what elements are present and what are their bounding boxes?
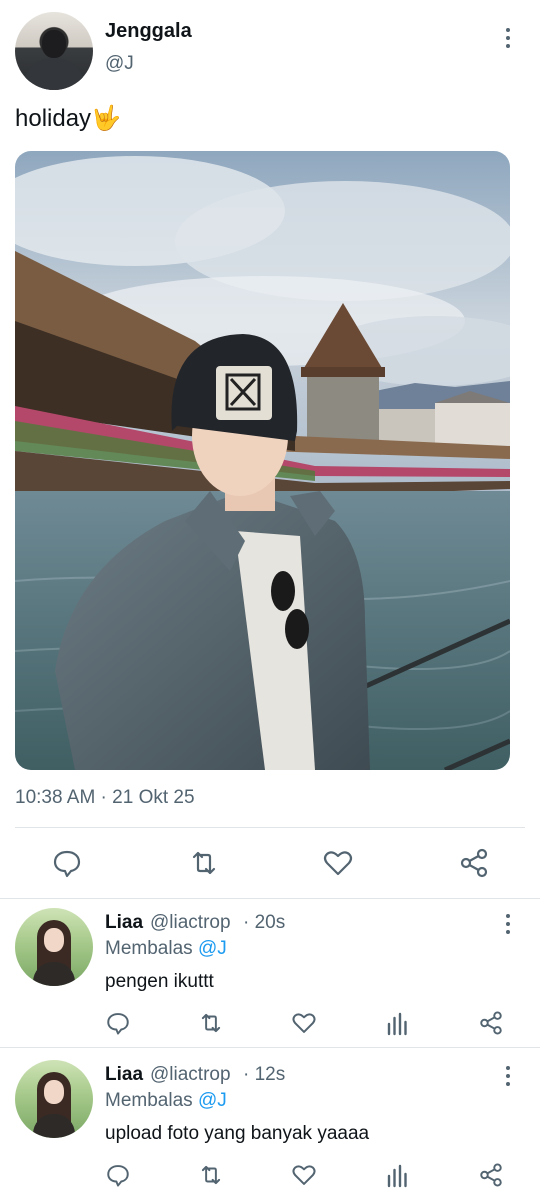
author-handle[interactable]: @J xyxy=(105,53,134,75)
like-icon[interactable] xyxy=(322,847,354,879)
reply-author-name[interactable]: Liaa xyxy=(105,1064,143,1086)
replying-to: Membalas @J xyxy=(105,938,227,960)
reply-item[interactable]: Liaa @liactrop · 20s Membalas @J pengen … xyxy=(0,898,540,1046)
reply-avatar[interactable] xyxy=(15,908,93,986)
tweet-timestamp: 10:38 AM · 21 Okt 25 xyxy=(15,787,195,808)
share-icon[interactable] xyxy=(458,847,490,879)
reply-author-handle[interactable]: @liactrop xyxy=(150,1064,231,1086)
retweet-icon[interactable] xyxy=(188,847,220,879)
share-icon[interactable] xyxy=(478,1010,504,1036)
reply-text: pengen ikuttt xyxy=(105,971,214,992)
replying-label: Membalas xyxy=(105,938,193,959)
retweet-icon[interactable] xyxy=(198,1010,224,1036)
replying-mention[interactable]: @J xyxy=(198,1090,227,1111)
reply-item[interactable]: Liaa @liactrop · 12s Membalas @J upload … xyxy=(0,1048,540,1200)
replying-to: Membalas @J xyxy=(105,1090,227,1112)
author-avatar[interactable] xyxy=(15,12,93,90)
rock-hand-emoji: 🤟 xyxy=(91,105,121,132)
like-icon[interactable] xyxy=(291,1010,317,1036)
reply-icon[interactable] xyxy=(51,847,83,879)
replying-mention[interactable]: @J xyxy=(198,938,227,959)
analytics-icon[interactable] xyxy=(385,1010,411,1036)
more-options-icon[interactable] xyxy=(498,26,518,50)
analytics-icon[interactable] xyxy=(385,1162,411,1188)
retweet-icon[interactable] xyxy=(198,1162,224,1188)
reply-time: · 12s xyxy=(243,1064,286,1085)
reply-icon[interactable] xyxy=(105,1010,131,1036)
tweet-photo[interactable] xyxy=(15,151,510,770)
reply-icon[interactable] xyxy=(105,1162,131,1188)
more-options-icon[interactable] xyxy=(498,1064,518,1088)
tweet-text: holiday🤟 xyxy=(15,104,121,133)
reply-avatar[interactable] xyxy=(15,1060,93,1138)
more-options-icon[interactable] xyxy=(498,912,518,936)
like-icon[interactable] xyxy=(291,1162,317,1188)
author-name[interactable]: Jenggala xyxy=(105,20,192,43)
tweet-body: holiday xyxy=(15,105,92,132)
divider xyxy=(15,827,525,828)
reply-text: upload foto yang banyak yaaaa xyxy=(105,1123,370,1144)
reply-time: · 20s xyxy=(243,912,286,933)
share-icon[interactable] xyxy=(478,1162,504,1188)
replying-label: Membalas xyxy=(105,1090,193,1111)
reply-author-handle[interactable]: @liactrop xyxy=(150,912,231,934)
reply-author-name[interactable]: Liaa xyxy=(105,912,143,934)
